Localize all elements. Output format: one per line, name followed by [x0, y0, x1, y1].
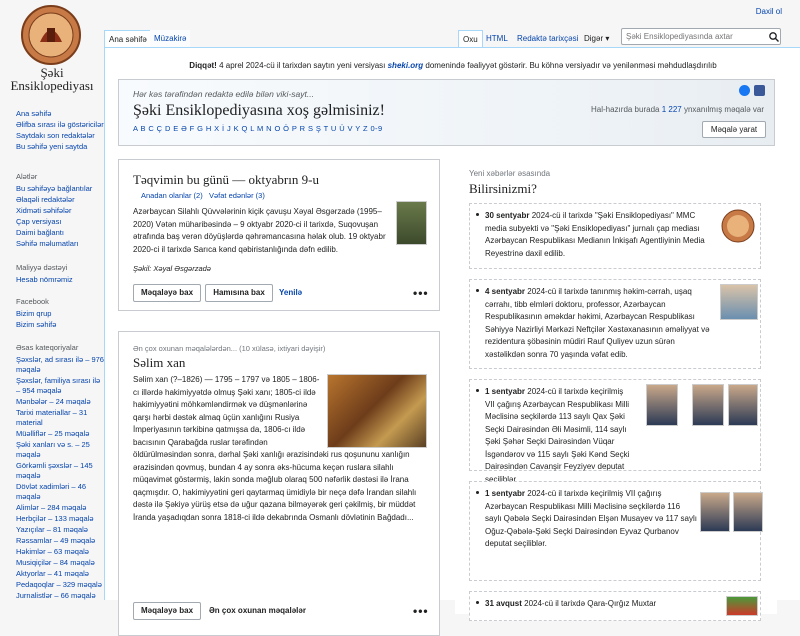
facebook-page-icon[interactable]: [754, 85, 765, 96]
popular-card-title: Səlim xan: [133, 355, 186, 370]
died-link[interactable]: Vəfat edənlər (3): [209, 191, 265, 200]
sidebar-facebook-heading: Facebook: [16, 297, 49, 306]
sidebar-item-new-site[interactable]: Bu səhifə yeni saytda: [16, 142, 104, 152]
more-options-icon[interactable]: •••: [413, 286, 429, 300]
search-icon[interactable]: [768, 31, 780, 43]
sidebar-item-page[interactable]: Bizim səhifə: [16, 320, 104, 330]
sidebar-cat-item[interactable]: Herbçilər – 133 məqalə: [16, 514, 104, 524]
sidebar-cat-item[interactable]: Aktyorlar – 41 məqalə: [16, 569, 104, 579]
sidebar-tools-heading: Alətlər: [16, 172, 38, 181]
sidebar-item-main[interactable]: Ana səhifə: [16, 109, 104, 119]
sidebar-cat-item[interactable]: Pedaqoqlar – 329 məqalə: [16, 580, 104, 590]
most-read-link[interactable]: Ən çox oxunan məqalələr: [209, 606, 306, 615]
news-item: 4 sentyabr 2024-cü il tarixdə tanınmış h…: [469, 279, 761, 369]
news-item: 1 sentyabr 2024-cü il tarixdə keçirilmiş…: [469, 481, 763, 581]
sidebar-cat-item[interactable]: Musiqiçilər – 84 məqalə: [16, 558, 104, 568]
sidebar-tools: Alətlər Bu səhifəyə bağlantılar Əlaqəli …: [16, 172, 104, 250]
notice-site-link[interactable]: sheki.org: [388, 61, 424, 70]
create-article-button[interactable]: Məqalə yarat: [702, 121, 766, 138]
sidebar: Şəki Ensiklopediyası Ana səhifə Əlifba s…: [0, 0, 104, 600]
banner-title: Şəki Ensiklopediyasına xoş gəlmisiniz!: [133, 102, 385, 119]
sidebar-finance-heading: Maliyyə dəstəyi: [16, 263, 68, 272]
sidebar-item-recent[interactable]: Saytdakı son redaktələr: [16, 131, 104, 141]
site-name[interactable]: Şəki Ensiklopediyası: [0, 66, 104, 92]
sidebar-item-links[interactable]: Bu səhifəyə bağlantılar: [16, 184, 104, 194]
deputy-photo[interactable]: [692, 384, 724, 426]
article-count: Hal-hazırda burada 1 227 ynxanılmış məqa…: [590, 105, 764, 114]
day-card: Təqvimin bu günü — oktyabrın 9-u Anadan …: [118, 159, 440, 311]
born-link[interactable]: Anadan olanlar (2): [141, 191, 203, 200]
sidebar-finance: Maliyyə dəstəyi Hesab nömrəmiz: [16, 263, 104, 286]
sidebar-item-permalink[interactable]: Daimi bağlantı: [16, 228, 104, 238]
sidebar-facebook: Facebook Bizim qrup Bizim səhifə: [16, 297, 104, 331]
day-card-text: Azərbaycan Silahlı Qüvvələrinin kiçik ça…: [133, 207, 386, 254]
sidebar-cat-item[interactable]: Mənbələr – 24 məqalə: [16, 397, 104, 407]
sidebar-nav: Ana səhifə Əlifba sırası ilə göstəricilə…: [16, 109, 104, 153]
sidebar-cat-item[interactable]: Görkəmli şəxslər – 145 məqalə: [16, 461, 104, 481]
news-title: Bilirsinizmi?: [469, 181, 537, 196]
day-card-links: Anadan olanlar (2) Vəfat edənlər (3): [141, 191, 265, 200]
deputy-photo[interactable]: [700, 492, 730, 532]
refresh-link[interactable]: Yenilə: [279, 288, 302, 297]
more-options-icon[interactable]: •••: [413, 604, 429, 618]
sidebar-cat-item[interactable]: Şəxslər, ad sırası ilə – 976 məqalə: [16, 355, 104, 375]
deputy-photo[interactable]: [646, 384, 678, 426]
chevron-down-icon: ▾: [605, 34, 610, 43]
news-item: 31 avqust 2024-cü il tarixdə Qara-Qırğız…: [469, 591, 761, 621]
tab-read[interactable]: Oxu: [458, 30, 483, 48]
alphabet-index[interactable]: A B C Ç D E Ə F G H X İ J K Q L M N O Ö …: [133, 124, 383, 133]
sidebar-cat-item[interactable]: Rəssamlar – 49 məqalə: [16, 536, 104, 546]
tab-html[interactable]: HTML: [482, 30, 512, 48]
popular-more-button[interactable]: Məqaləyə bax: [133, 602, 201, 620]
search-input[interactable]: [621, 28, 781, 45]
day-card-caption: Şəkil: Xəyal Əsgərzadə: [133, 264, 211, 273]
article-count-link[interactable]: 1 227: [662, 105, 682, 114]
top-bar: Daxil ol Ana səhifə Müzakirə Oxu HTML Re…: [104, 0, 800, 48]
banner-subtitle: Hər kəs tərəfindən redaktə edilə bilən v…: [133, 89, 314, 99]
sidebar-item-print[interactable]: Çap versiyası: [16, 217, 104, 227]
sidebar-categories: Əsas kateqoriyalar Şəxslər, ad sırası il…: [16, 343, 104, 602]
sidebar-item-account[interactable]: Hesab nömrəmiz: [16, 275, 104, 285]
login-link[interactable]: Daxil ol: [756, 7, 782, 16]
sidebar-cat-item[interactable]: Şəki xanları və s. – 25 məqalə: [16, 440, 104, 460]
sidebar-item-index[interactable]: Əlifba sırası ilə göstəricilər: [16, 120, 104, 130]
tab-main[interactable]: Ana səhifə: [104, 30, 152, 48]
day-card-title: Təqvimin bu günü — oktyabrın 9-u: [133, 172, 319, 187]
tab-more[interactable]: Digər ▾: [580, 30, 613, 48]
popular-card-subtitle: Ən çox oxunan məqalələrdən... (10 xülasə…: [133, 344, 326, 353]
sidebar-categories-heading: Əsas kateqoriyalar: [16, 343, 79, 352]
encyclopedia-logo-icon[interactable]: [720, 208, 756, 244]
deputy-photo[interactable]: [728, 384, 758, 426]
tab-history[interactable]: Redaktə tarixçəsi: [513, 30, 582, 48]
day-all-button[interactable]: Hamısına bax: [205, 284, 273, 302]
rauf-quliyev-photo[interactable]: [720, 284, 758, 320]
popular-card: Ən çox oxunan məqalələrdən... (10 xülasə…: [118, 331, 440, 636]
news-item: 30 sentyabr 2024-cü il tarixdə "Şəki Ens…: [469, 203, 761, 269]
news-photo[interactable]: [726, 596, 758, 616]
sidebar-cat-item[interactable]: Yazıçılar – 81 məqalə: [16, 525, 104, 535]
sidebar-item-related[interactable]: Əlaqəli redaktələr: [16, 195, 104, 205]
popular-card-text: Səlim xan (?–1826) — 1795 – 1797 və 1805…: [133, 375, 417, 522]
news-subtitle: Yeni xəbərlər əsasında: [469, 169, 551, 178]
sidebar-cat-item[interactable]: Şəxslər, familiya sırası ilə – 954 məqal…: [16, 376, 104, 396]
soldier-photo[interactable]: [396, 201, 427, 245]
sidebar-cat-item[interactable]: Müəlliflər – 25 məqalə: [16, 429, 104, 439]
tab-talk[interactable]: Müzakirə: [150, 30, 191, 48]
sidebar-item-group[interactable]: Bizim qrup: [16, 309, 104, 319]
deputy-photo[interactable]: [733, 492, 763, 532]
sidebar-cat-item[interactable]: Alimlər – 284 məqalə: [16, 503, 104, 513]
sidebar-cat-item[interactable]: Tarixi materiallar – 31 material: [16, 408, 104, 428]
day-more-button[interactable]: Məqaləyə bax: [133, 284, 201, 302]
main-content: Diqqət! 4 aprel 2024-cü il tarixdən sayt…: [104, 47, 800, 636]
site-notice: Diqqət! 4 aprel 2024-cü il tarixdən sayt…: [189, 61, 717, 70]
site-logo-icon[interactable]: [20, 4, 82, 66]
sidebar-cat-item[interactable]: Dövlət xadimləri – 46 məqalə: [16, 482, 104, 502]
welcome-banner: Hər kəs tərəfindən redaktə edilə bilən v…: [118, 79, 775, 146]
sidebar-item-special[interactable]: Xidməti səhifələr: [16, 206, 104, 216]
sidebar-item-info[interactable]: Səhifə məlumatları: [16, 239, 104, 249]
sidebar-cat-item[interactable]: Həkimlər – 63 məqalə: [16, 547, 104, 557]
news-panel: Yeni xəbərlər əsasında Bilirsinizmi? 30 …: [455, 159, 777, 621]
news-item: 1 sentyabr 2024-cü il tarixdə keçirilmiş…: [469, 379, 761, 484]
facebook-icon[interactable]: [739, 85, 750, 96]
